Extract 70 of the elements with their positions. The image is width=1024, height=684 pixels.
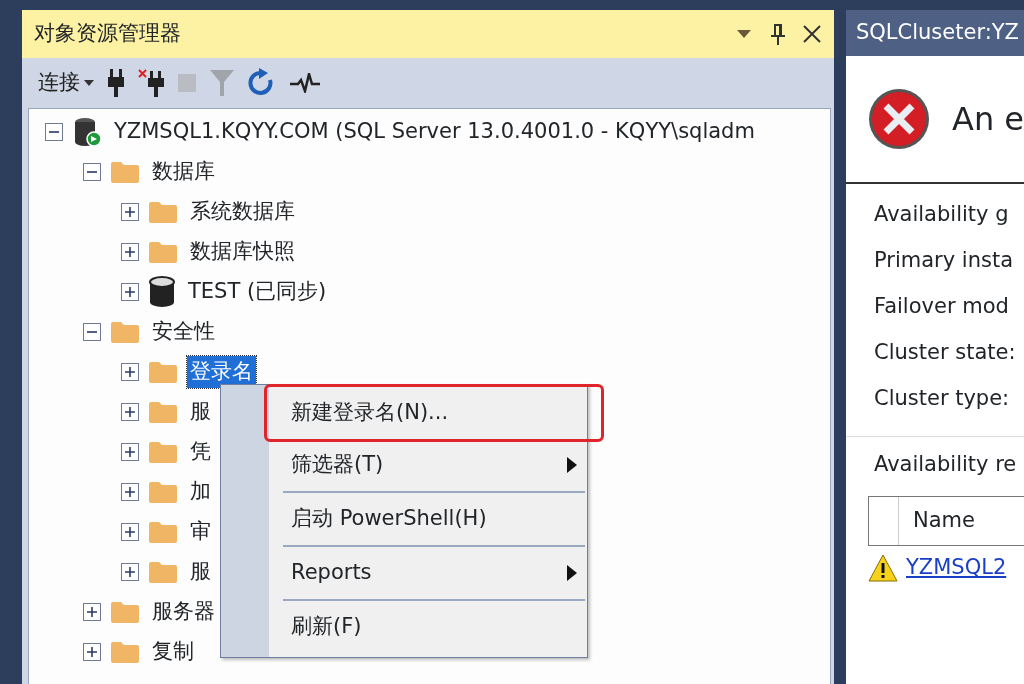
caret-icon [84, 80, 94, 86]
database-icon [149, 276, 175, 308]
expand-icon[interactable] [121, 403, 139, 421]
folder-icon [111, 601, 139, 623]
field-label: Cluster type: [873, 385, 1011, 413]
tree-item[interactable]: 复制 [149, 636, 197, 668]
menu-item[interactable]: Reports [283, 547, 585, 599]
folder-icon [111, 161, 139, 183]
collapse-icon[interactable] [45, 123, 63, 141]
folder-icon [149, 521, 177, 543]
tree-item[interactable]: 审 [187, 516, 214, 548]
field-label: Failover mod [873, 293, 1010, 321]
expand-icon[interactable] [121, 523, 139, 541]
folder-icon [149, 401, 177, 423]
tree-item[interactable]: 登录名 [187, 356, 256, 388]
plug-icon[interactable] [108, 69, 124, 97]
collapse-icon[interactable] [83, 323, 101, 341]
expand-icon[interactable] [83, 603, 101, 621]
field-label: Cluster state: [873, 339, 1017, 367]
submenu-arrow-icon [567, 457, 577, 473]
activity-icon[interactable] [290, 73, 320, 93]
folder-icon [149, 441, 177, 463]
folder-icon [111, 321, 139, 343]
collapse-icon[interactable] [83, 163, 101, 181]
error-icon [868, 88, 930, 150]
expand-icon[interactable] [121, 203, 139, 221]
tree-item[interactable]: 加 [187, 476, 214, 508]
tree-item[interactable]: 服务器 [149, 596, 218, 628]
submenu-arrow-icon [567, 565, 577, 581]
tree-item[interactable]: 数据库快照 [187, 236, 298, 268]
folder-icon [149, 201, 177, 223]
menu-item[interactable]: 筛选器(T) [283, 439, 585, 491]
expand-icon[interactable] [83, 643, 101, 661]
tree-item[interactable]: 服 [187, 556, 214, 588]
server-icon [73, 117, 101, 147]
tree-item[interactable]: YZMSQL1.KQYY.COM (SQL Server 13.0.4001.0 - KQYY\sqladm [111, 116, 758, 148]
section-title: Availability re [846, 436, 1024, 482]
field-label: Availability g [873, 201, 1010, 229]
expand-icon[interactable] [121, 563, 139, 581]
menu-item[interactable]: 新建登录名(N)... [267, 387, 601, 439]
dashboard-heading: An e [952, 99, 1024, 140]
tree-item[interactable]: 系统数据库 [187, 196, 298, 228]
tree-item[interactable]: 凭 [187, 436, 214, 468]
panel-title: 对象资源管理器 [34, 20, 182, 48]
folder-icon [149, 481, 177, 503]
expand-icon[interactable] [121, 443, 139, 461]
expand-icon[interactable] [121, 283, 139, 301]
column-header: Name [912, 507, 975, 535]
replica-link[interactable]: YZMSQL2 [906, 552, 1007, 584]
tree-item[interactable]: TEST (已同步) [185, 276, 330, 308]
close-icon[interactable] [802, 24, 822, 44]
document-tab[interactable]: SQLCluseter:YZ [846, 10, 1024, 56]
tree-item[interactable]: 服 [187, 396, 214, 428]
menu-item[interactable]: 启动 PowerShell(H) [283, 493, 585, 545]
folder-icon [149, 561, 177, 583]
folder-icon [111, 641, 139, 663]
connect-button[interactable]: 连接 [38, 67, 94, 99]
disconnect-icon[interactable] [138, 69, 164, 97]
dropdown-icon[interactable] [736, 29, 752, 39]
expand-icon[interactable] [121, 483, 139, 501]
pin-icon[interactable] [770, 22, 786, 46]
folder-icon [149, 361, 177, 383]
folder-icon [149, 241, 177, 263]
tree-item[interactable]: 安全性 [149, 316, 218, 348]
field-label: Primary insta [873, 247, 1014, 275]
expand-icon[interactable] [121, 363, 139, 381]
expand-icon[interactable] [121, 243, 139, 261]
warning-icon [868, 554, 898, 582]
tree-item[interactable]: 数据库 [149, 156, 218, 188]
menu-item[interactable]: 刷新(F) [283, 601, 585, 653]
